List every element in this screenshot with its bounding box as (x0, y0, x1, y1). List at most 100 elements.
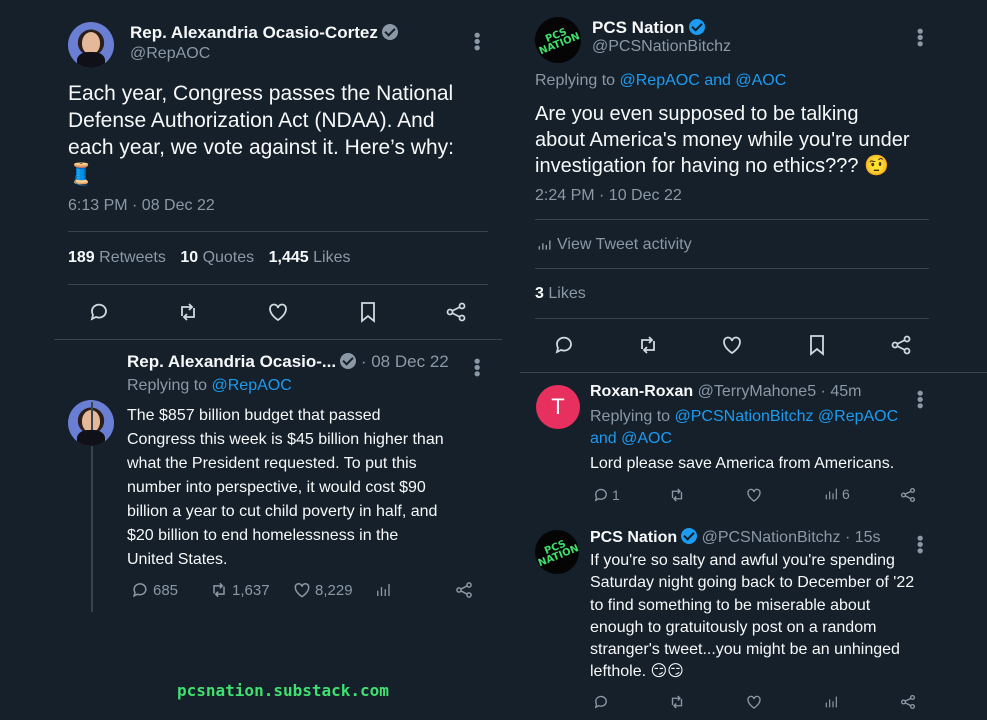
like-button[interactable] (266, 300, 290, 324)
share-icon (900, 694, 916, 710)
retweet-button[interactable] (176, 300, 200, 324)
watermark: pcsnation.substack.com (177, 681, 389, 700)
like-button[interactable] (720, 333, 744, 357)
share-icon (900, 487, 916, 503)
replying-to: Replying to @RepAOC and @AOC (535, 72, 787, 89)
heart-icon (747, 695, 761, 709)
reply-date[interactable]: · 08 Dec 22 (361, 352, 449, 371)
analytics-icon (538, 240, 551, 250)
retweet-icon (213, 582, 225, 598)
divider (54, 339, 502, 340)
heart-icon (269, 303, 287, 322)
reply1-like-button[interactable] (745, 486, 763, 504)
share-button[interactable] (444, 300, 468, 324)
reply-text: The $857 billion budget that passed Cong… (127, 407, 444, 568)
verified-badge-icon (688, 19, 705, 35)
reply2-like-button[interactable] (745, 693, 763, 711)
verified-badge-icon (340, 353, 357, 369)
reply-reply-button[interactable]: 685 (130, 580, 178, 600)
tweet-stats: 189 Retweets 10 Quotes 1,445 Likes (68, 249, 350, 267)
bookmark-button[interactable] (805, 333, 829, 357)
pcs-avatar[interactable]: PCS NATION (535, 17, 582, 63)
tweet-text: Each year, Congress passes the National … (68, 82, 454, 186)
heart-icon (747, 488, 761, 502)
replying-to: Replying to @RepAOC (127, 377, 292, 394)
retweets-stat[interactable]: 189 Retweets (68, 249, 166, 266)
reply-button[interactable] (552, 333, 576, 357)
reply1-retweet-button[interactable] (668, 486, 686, 504)
reply2-text: If you're so salty and awful you're spen… (590, 552, 915, 681)
divider (68, 231, 488, 232)
divider (535, 219, 929, 220)
verified-badge-icon (681, 528, 698, 544)
divider (535, 268, 929, 269)
bookmark-button[interactable] (356, 300, 380, 324)
reply-like-button[interactable]: 8,229 (292, 580, 353, 600)
tweet-text: Are you even supposed to be talking abou… (535, 103, 910, 177)
divider (68, 284, 488, 285)
quotes-stat[interactable]: 10 Quotes (180, 249, 254, 266)
retweet-icon (671, 488, 683, 502)
reply2-more-icon[interactable]: ••• (910, 535, 930, 554)
reply-retweet-button[interactable]: 1,637 (209, 580, 270, 600)
reply1-views-button[interactable]: 6 (823, 486, 850, 502)
share-icon (456, 582, 472, 598)
tweet-timestamp[interactable]: 2:24 PM · 10 Dec 22 (535, 187, 682, 205)
replying-to-link[interactable]: @RepAOC (212, 377, 292, 394)
views-icon (825, 488, 837, 500)
reply2-avatar[interactable]: PCS NATION (535, 530, 581, 574)
reply1-reply-button[interactable]: 1 (592, 486, 620, 504)
tweet-author-handle[interactable]: @RepAOC (130, 45, 210, 63)
reply1-handle-time[interactable]: @TerryMahone5 · 45m (698, 383, 862, 400)
tweet-author-handle[interactable]: @PCSNationBitchz (592, 38, 731, 56)
view-tweet-activity[interactable]: View Tweet activity (537, 236, 692, 254)
more-options-icon[interactable]: ••• (910, 28, 930, 47)
divider (520, 372, 987, 373)
retweet-button[interactable] (636, 333, 660, 357)
left-panel: Rep. Alexandria Ocasio-Cortez @RepAOC ••… (0, 0, 987, 700)
reply2-share-button[interactable] (899, 693, 917, 711)
tweet-timestamp[interactable]: 6:13 PM · 08 Dec 22 (68, 197, 215, 215)
heart-icon (723, 336, 741, 355)
reply1-replying-to: Replying to @PCSNationBitchz @RepAOC and… (590, 408, 899, 447)
bookmark-icon (810, 335, 824, 356)
tweet-author-name[interactable]: PCS Nation (592, 18, 685, 37)
reply2-views-button[interactable] (823, 694, 839, 710)
reply-views-button[interactable] (374, 581, 392, 599)
reply2-reply-button[interactable] (592, 693, 610, 711)
share-button[interactable] (889, 333, 913, 357)
reply-icon (133, 583, 147, 598)
more-options-icon[interactable]: ••• (467, 32, 487, 51)
reply1-more-icon[interactable]: ••• (910, 390, 930, 409)
share-icon (446, 302, 466, 322)
tweet-author-name[interactable]: Rep. Alexandria Ocasio-Cortez (130, 23, 378, 42)
reply-icon (594, 695, 607, 709)
reply-share-button[interactable] (454, 580, 474, 600)
reply-button[interactable] (87, 300, 111, 324)
likes-stat[interactable]: 3 Likes (535, 285, 586, 303)
reply2-handle-time[interactable]: @PCSNationBitchz · 15s (702, 529, 881, 546)
likes-stat[interactable]: 1,445 Likes (269, 249, 351, 266)
views-icon (377, 584, 390, 596)
divider (535, 318, 929, 319)
retweet-icon (671, 695, 683, 709)
reply-more-icon[interactable]: ••• (467, 358, 487, 377)
reply1-share-button[interactable] (899, 486, 917, 504)
retweet-icon (641, 336, 655, 354)
reply1-avatar[interactable]: T (536, 385, 580, 429)
reply-icon (555, 336, 572, 354)
reply-author-name[interactable]: Rep. Alexandria Ocasio-... (127, 352, 336, 371)
reply2-author-name[interactable]: PCS Nation (590, 529, 677, 546)
reply-icon (594, 488, 607, 502)
bookmark-icon (361, 302, 375, 323)
reply1-text: Lord please save America from Americans. (590, 455, 895, 472)
share-icon (891, 335, 911, 355)
heart-icon (294, 582, 310, 598)
aoc-avatar[interactable] (68, 22, 114, 68)
views-icon (825, 696, 837, 708)
replying-to-link[interactable]: @RepAOC and @AOC (620, 72, 787, 89)
reply2-retweet-button[interactable] (668, 693, 686, 711)
reply1-author-name[interactable]: Roxan-Roxan (590, 383, 693, 400)
retweet-icon (181, 303, 195, 321)
verified-badge-icon (381, 24, 398, 40)
